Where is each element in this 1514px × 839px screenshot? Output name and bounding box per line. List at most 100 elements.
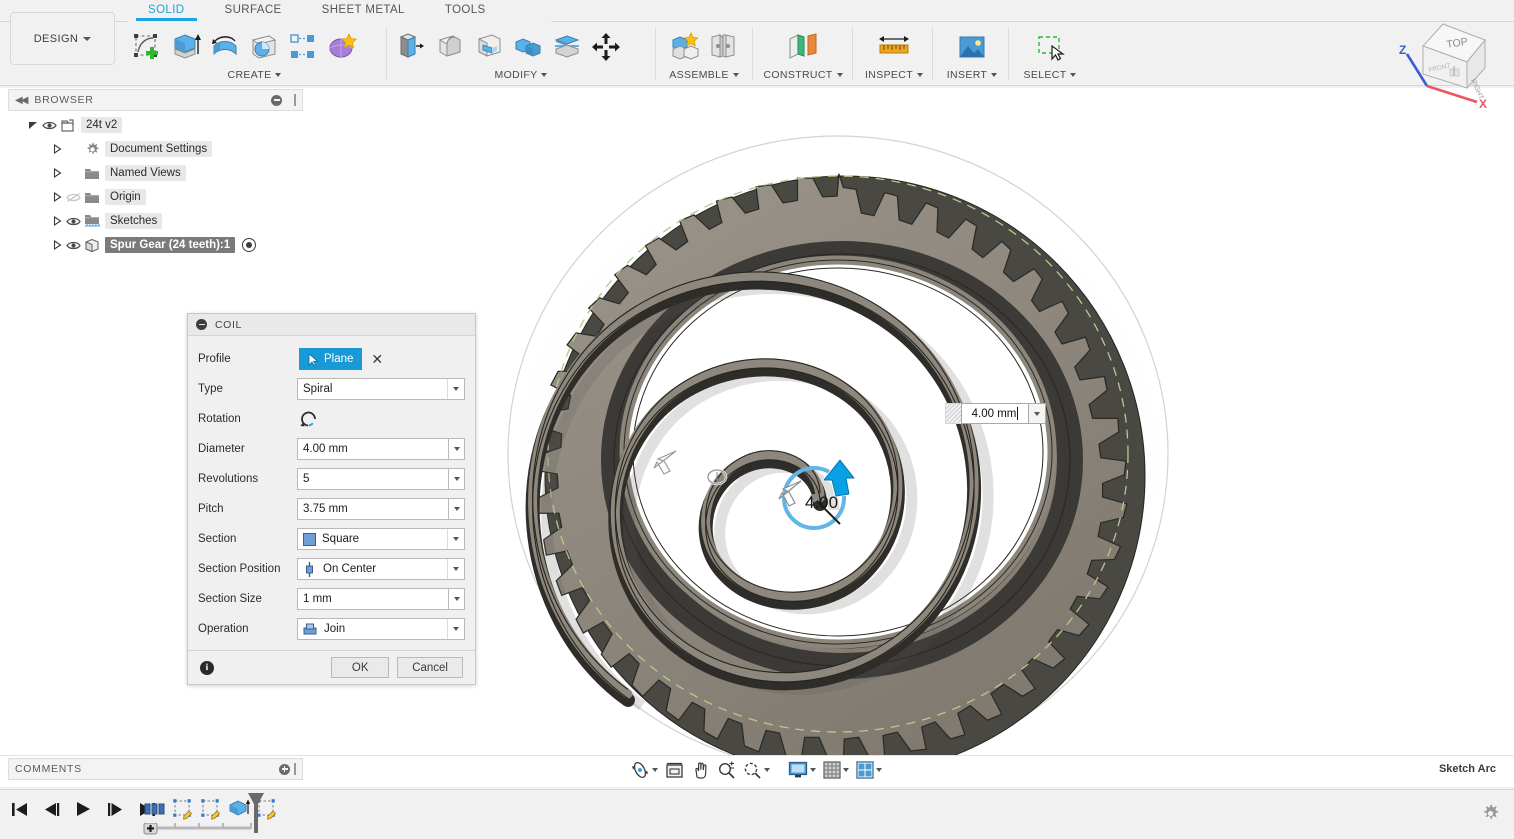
ribbon-group-modify: MODIFY (392, 22, 650, 86)
go-to-beginning-icon[interactable] (8, 798, 30, 820)
tab-sheet-metal[interactable]: SHEET METAL (302, 0, 425, 22)
insert-image-icon[interactable] (953, 25, 991, 69)
browser-item-24t-v2[interactable]: 24t v2 (8, 113, 303, 137)
select-window-icon[interactable] (1031, 25, 1069, 69)
timeline-feature-sketch-2[interactable] (199, 796, 223, 822)
ribbon-group-label-construct[interactable]: CONSTRUCT (758, 68, 848, 82)
coil-dialog-header[interactable]: COIL (188, 314, 475, 336)
comments-panel[interactable]: COMMENTS (8, 758, 303, 780)
collapse-dialog-icon[interactable] (196, 319, 207, 330)
new-component-icon[interactable] (666, 25, 704, 69)
collapse-icon[interactable]: ◀◀ (15, 95, 26, 106)
cancel-button[interactable]: Cancel (397, 657, 463, 678)
add-comment-icon[interactable] (279, 764, 290, 775)
timeline-end-marker[interactable] (246, 792, 266, 834)
visibility-hidden-icon[interactable] (64, 192, 82, 203)
panel-grip[interactable] (294, 763, 296, 775)
timeline-feature-sketch-1[interactable] (171, 796, 195, 822)
pitch-stepper[interactable] (449, 498, 465, 520)
panel-grip[interactable] (294, 94, 296, 106)
visibility-eye-icon[interactable] (64, 216, 82, 227)
diameter-stepper[interactable] (449, 438, 465, 460)
expand-collapse-arrow-right-icon[interactable] (50, 238, 64, 252)
pan-icon[interactable] (689, 759, 712, 782)
visibility-eye-icon[interactable] (40, 120, 58, 131)
shell-icon[interactable] (470, 25, 508, 69)
pattern-icon[interactable] (284, 25, 322, 69)
minimize-icon[interactable] (271, 95, 282, 106)
zoom-icon[interactable] (715, 759, 738, 782)
split-face-icon[interactable] (548, 25, 586, 69)
browser-item-named-views[interactable]: Named Views (8, 161, 303, 185)
fillet-icon[interactable] (431, 25, 469, 69)
svg-text:4.00: 4.00 (805, 493, 838, 512)
combine-icon[interactable] (509, 25, 547, 69)
look-at-icon[interactable] (663, 759, 686, 782)
expand-collapse-arrow-right-icon[interactable] (50, 166, 64, 180)
dimension-value-input[interactable]: 4.00 mm (961, 403, 1029, 424)
browser-item-sketches[interactable]: Sketches (8, 209, 303, 233)
revolutions-input[interactable]: 5 (297, 468, 449, 490)
measure-icon[interactable] (875, 25, 913, 69)
step-back-icon[interactable] (40, 798, 62, 820)
step-forward-icon[interactable] (104, 798, 126, 820)
expand-collapse-arrow-right-icon[interactable] (50, 214, 64, 228)
visibility-eye-icon[interactable] (64, 240, 82, 251)
type-dropdown[interactable]: Spiral (297, 378, 465, 400)
ribbon-group-label-modify[interactable]: MODIFY (392, 68, 650, 82)
offset-plane-icon[interactable] (784, 25, 822, 69)
section-size-stepper[interactable] (449, 588, 465, 610)
play-icon[interactable] (72, 798, 94, 820)
drag-handle[interactable] (945, 403, 961, 424)
extrude-icon[interactable] (167, 25, 205, 69)
profile-select-button[interactable]: Plane (299, 348, 362, 370)
browser-item-origin[interactable]: Origin (8, 185, 303, 209)
section-dropdown[interactable]: Square (297, 528, 465, 550)
browser-item-spur-gear-24-teeth-1[interactable]: Spur Gear (24 teeth):1 (8, 233, 303, 257)
revolutions-stepper[interactable] (449, 468, 465, 490)
move-copy-icon[interactable] (587, 25, 625, 69)
zoom-window-icon[interactable] (741, 759, 772, 782)
ribbon-group-label-insert[interactable]: INSERT (938, 68, 1006, 82)
ribbon-group-label-inspect[interactable]: INSPECT (858, 68, 930, 82)
section-position-dropdown[interactable]: On Center (297, 558, 465, 580)
timeline-track[interactable] (143, 823, 253, 833)
ribbon-group-label-assemble[interactable]: ASSEMBLE (660, 68, 748, 82)
grid-snap-icon[interactable] (821, 759, 851, 781)
clear-selection-icon[interactable]: ✕ (371, 352, 383, 366)
section-size-input[interactable]: 1 mm (297, 588, 449, 610)
orbit-icon[interactable] (628, 758, 660, 782)
ok-button[interactable]: OK (331, 657, 389, 678)
rotation-flip-icon[interactable] (299, 408, 321, 430)
form-icon[interactable] (323, 25, 361, 69)
expand-collapse-arrow-down-icon[interactable] (26, 118, 40, 132)
expand-collapse-arrow-right-icon[interactable] (50, 142, 64, 156)
activate-component-icon[interactable] (242, 238, 256, 252)
expand-collapse-arrow-right-icon[interactable] (50, 190, 64, 204)
sweep-icon[interactable] (245, 25, 283, 69)
ribbon-group-label-select[interactable]: SELECT (1014, 68, 1086, 82)
operation-dropdown[interactable]: Join (297, 618, 465, 640)
document-icon (58, 118, 78, 133)
settings-gear-icon[interactable] (1481, 804, 1500, 823)
joint-icon[interactable] (705, 25, 743, 69)
tab-surface[interactable]: SURFACE (205, 0, 302, 22)
press-pull-icon[interactable] (392, 25, 430, 69)
revolve-icon[interactable] (206, 25, 244, 69)
display-settings-icon[interactable] (786, 759, 818, 781)
viewports-icon[interactable] (854, 759, 884, 781)
pitch-input[interactable]: 3.75 mm (297, 498, 449, 520)
dimension-value-editor[interactable]: 4.00 mm (945, 403, 1046, 424)
workspace-switcher[interactable]: DESIGN (10, 12, 115, 65)
ribbon-group-label-create[interactable]: CREATE (128, 68, 381, 82)
timeline-group-icon[interactable] (143, 796, 167, 822)
tab-solid[interactable]: SOLID (128, 0, 205, 22)
view-cube[interactable]: TOP RIGHT FRONT Z X (1393, 14, 1508, 119)
tab-tools[interactable]: TOOLS (425, 0, 506, 22)
diameter-input[interactable]: 4.00 mm (297, 438, 449, 460)
info-icon[interactable]: i (200, 661, 214, 675)
create-sketch-icon[interactable] (128, 25, 166, 69)
browser-item-document-settings[interactable]: Document Settings (8, 137, 303, 161)
join-operation-icon (303, 622, 317, 636)
dimension-value-dropdown[interactable] (1029, 403, 1046, 424)
